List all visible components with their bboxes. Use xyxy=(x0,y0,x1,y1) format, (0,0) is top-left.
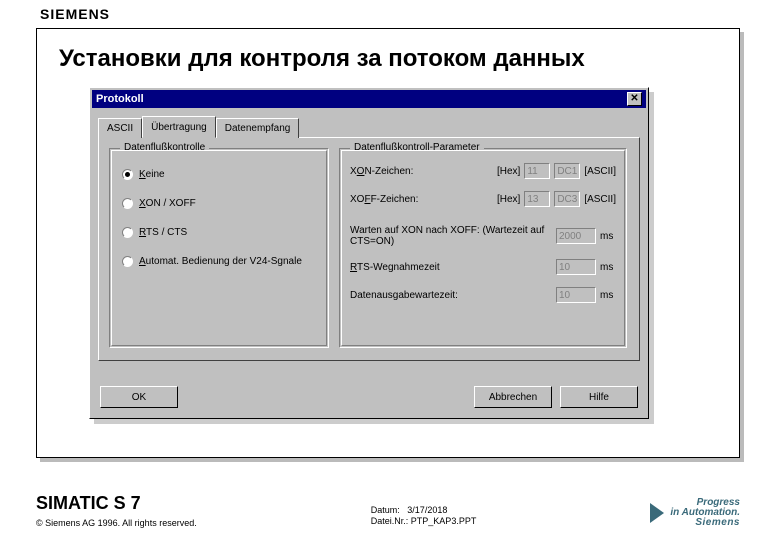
param-rts-delay: RTS-Wegnahmezeit 10 ms xyxy=(350,259,616,275)
group-params: Datenflußkontroll-Parameter XON-Zeichen:… xyxy=(339,148,627,348)
radio-auto-v24-label: Automat. Bedienung der V24-Sgnale xyxy=(139,256,302,267)
param-wait-xon-label: Warten auf XON nach XOFF: (Wartezeit auf… xyxy=(350,225,552,247)
button-area: OK Abbrechen Hilfe xyxy=(100,386,638,408)
unit-ms: ms xyxy=(600,290,616,301)
tab-ascii-label: ASCII xyxy=(107,123,133,134)
xoff-ascii-field[interactable]: DC3 xyxy=(554,191,580,207)
close-icon[interactable]: ✕ xyxy=(627,92,642,106)
radio-rtscts-label: RTS / CTS xyxy=(139,227,187,238)
wait-xon-field[interactable]: 2000 xyxy=(556,228,596,244)
xoff-hex-field[interactable]: 13 xyxy=(524,191,550,207)
unit-ms: ms xyxy=(600,262,616,273)
tab-area: ASCII Übertragung Datenempfang Datenfluß… xyxy=(98,116,640,361)
arrow-icon xyxy=(650,503,664,523)
hex-label: [Hex] xyxy=(497,194,520,205)
cancel-button[interactable]: Abbrechen xyxy=(474,386,552,408)
param-wait-xon: Warten auf XON nach XOFF: (Wartezeit auf… xyxy=(350,225,616,247)
protocol-dialog: Protokoll ✕ ASCII Übertragung Datenempfa… xyxy=(89,87,649,419)
slide-frame: Установки для контроля за потоком данных… xyxy=(36,28,740,458)
tabs: ASCII Übertragung Datenempfang xyxy=(98,116,640,138)
tagline: Progress in Automation. Siemens xyxy=(670,498,740,528)
radio-icon xyxy=(122,256,133,267)
tab-uebertragung-label: Übertragung xyxy=(151,122,207,133)
param-output-delay-label: Datenausgabewartezeit: xyxy=(350,290,552,301)
radio-xonxoff-label: XON / XOFF xyxy=(139,198,196,209)
tab-ascii[interactable]: ASCII xyxy=(98,118,142,138)
tab-panel: Datenflußkontrolle Keine XON / XOFF RTS … xyxy=(98,137,640,361)
copyright: © Siemens AG 1996. All rights reserved. xyxy=(36,518,197,528)
param-xon-label: XON-Zeichen: xyxy=(350,166,493,177)
tab-datenempfang-label: Datenempfang xyxy=(225,123,291,134)
help-button[interactable]: Hilfe xyxy=(560,386,638,408)
slide-title: Установки для контроля за потоком данных xyxy=(59,45,717,73)
dialog-titlebar: Protokoll ✕ xyxy=(92,90,646,108)
dialog-title-text: Protokoll xyxy=(96,90,144,108)
footer-center: Datum: 3/17/2018 Datei.Nr.: PTP_KAP3.PPT xyxy=(371,505,477,528)
product-name: SIMATIC S 7 xyxy=(36,493,197,514)
brand-logo: SIEMENS xyxy=(40,6,110,22)
dialog-wrapper: Protokoll ✕ ASCII Übertragung Datenempfa… xyxy=(89,87,649,419)
file-label: Datei.Nr.: xyxy=(371,516,409,526)
group-flowcontrol: Datenflußkontrolle Keine XON / XOFF RTS … xyxy=(109,148,329,348)
footer: SIMATIC S 7 © Siemens AG 1996. All right… xyxy=(36,493,740,528)
footer-left: SIMATIC S 7 © Siemens AG 1996. All right… xyxy=(36,493,197,528)
unit-ms: ms xyxy=(600,231,616,242)
param-output-delay: Datenausgabewartezeit: 10 ms xyxy=(350,287,616,303)
footer-right: Progress in Automation. Siemens xyxy=(650,498,740,528)
ascii-suffix: [ASCII] xyxy=(584,166,616,177)
radio-rtscts[interactable]: RTS / CTS xyxy=(122,227,318,238)
radio-auto-v24[interactable]: Automat. Bedienung der V24-Sgnale xyxy=(122,256,318,267)
radio-icon xyxy=(122,227,133,238)
radio-xonxoff[interactable]: XON / XOFF xyxy=(122,198,318,209)
radio-none-label: Keine xyxy=(139,169,165,180)
date-label: Datum: xyxy=(371,505,400,515)
param-rts-delay-label: RTS-Wegnahmezeit xyxy=(350,262,552,273)
xon-ascii-field[interactable]: DC1 xyxy=(554,163,580,179)
date-value: 3/17/2018 xyxy=(407,505,447,515)
param-xon-char: XON-Zeichen: [Hex] 11 DC1 [ASCII] xyxy=(350,163,616,179)
radio-icon xyxy=(122,198,133,209)
output-delay-field[interactable]: 10 xyxy=(556,287,596,303)
xon-hex-field[interactable]: 11 xyxy=(524,163,550,179)
radio-none[interactable]: Keine xyxy=(122,169,318,180)
tab-datenempfang[interactable]: Datenempfang xyxy=(216,118,300,138)
ascii-suffix: [ASCII] xyxy=(584,194,616,205)
param-xoff-char: XOFF-Zeichen: [Hex] 13 DC3 [ASCII] xyxy=(350,191,616,207)
tab-uebertragung[interactable]: Übertragung xyxy=(142,116,216,138)
file-value: PTP_KAP3.PPT xyxy=(411,516,477,526)
ok-button[interactable]: OK xyxy=(100,386,178,408)
param-xoff-label: XOFF-Zeichen: xyxy=(350,194,493,205)
radio-icon xyxy=(122,169,133,180)
group-flowcontrol-title: Datenflußkontrolle xyxy=(120,142,209,153)
rts-delay-field[interactable]: 10 xyxy=(556,259,596,275)
hex-label: [Hex] xyxy=(497,166,520,177)
group-params-title: Datenflußkontroll-Parameter xyxy=(350,142,484,153)
